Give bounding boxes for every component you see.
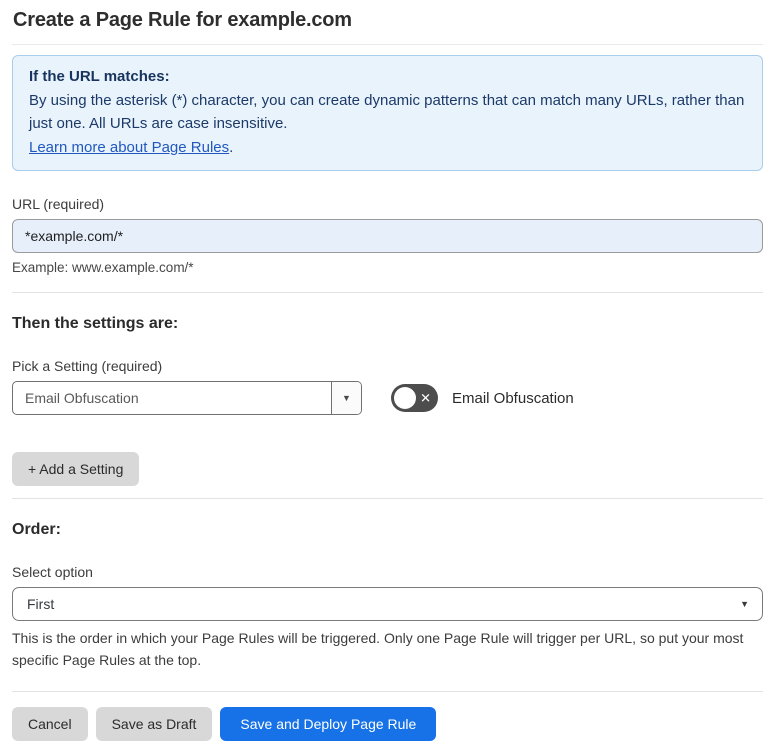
save-as-draft-button[interactable]: Save as Draft [95,707,213,741]
order-section-heading: Order: [12,521,61,538]
chevron-down-icon[interactable]: ▼ [331,382,361,414]
toggle-knob [394,387,416,409]
save-and-deploy-button[interactable]: Save and Deploy Page Rule [220,707,437,741]
order-select[interactable]: First ▼ [12,587,763,621]
link-suffix: . [229,138,234,156]
pick-setting-label: Pick a Setting (required) [12,358,163,374]
toggle-label: Email Obfuscation [452,389,574,407]
order-select-value: First [27,596,55,612]
toggle-off-x-icon: ✕ [420,390,431,406]
order-help-text: This is the order in which your Page Rul… [12,630,744,668]
email-obfuscation-toggle[interactable]: ✕ [391,384,438,412]
url-example-hint: Example: www.example.com/* [12,260,194,275]
learn-more-link[interactable]: Learn more about Page Rules [29,139,229,156]
url-input[interactable] [12,219,763,253]
info-box-body: By using the asterisk (*) character, you… [29,91,745,133]
setting-select[interactable]: Email Obfuscation ▼ [12,381,362,415]
setting-row: Email Obfuscation ▼ ✕ Email Obfuscation [12,381,763,415]
chevron-down-icon: ▼ [740,599,749,609]
settings-section-heading: Then the settings are: [12,315,179,332]
url-match-info-box: If the URL matches: By using the asteris… [12,55,763,171]
url-field-label: URL (required) [12,196,105,212]
add-setting-button[interactable]: + Add a Setting [12,452,140,486]
section-divider [12,292,763,293]
create-page-rule-panel: Create a Page Rule for example.com If th… [0,0,775,741]
cancel-button[interactable]: Cancel [12,707,88,741]
page-title: Create a Page Rule for example.com [12,0,763,45]
setting-select-value: Email Obfuscation [25,390,139,406]
info-box-link-line: Learn more about Page Rules. [29,136,746,160]
order-select-label: Select option [12,564,93,580]
info-box-heading: If the URL matches: [29,68,170,85]
section-divider [12,498,763,499]
